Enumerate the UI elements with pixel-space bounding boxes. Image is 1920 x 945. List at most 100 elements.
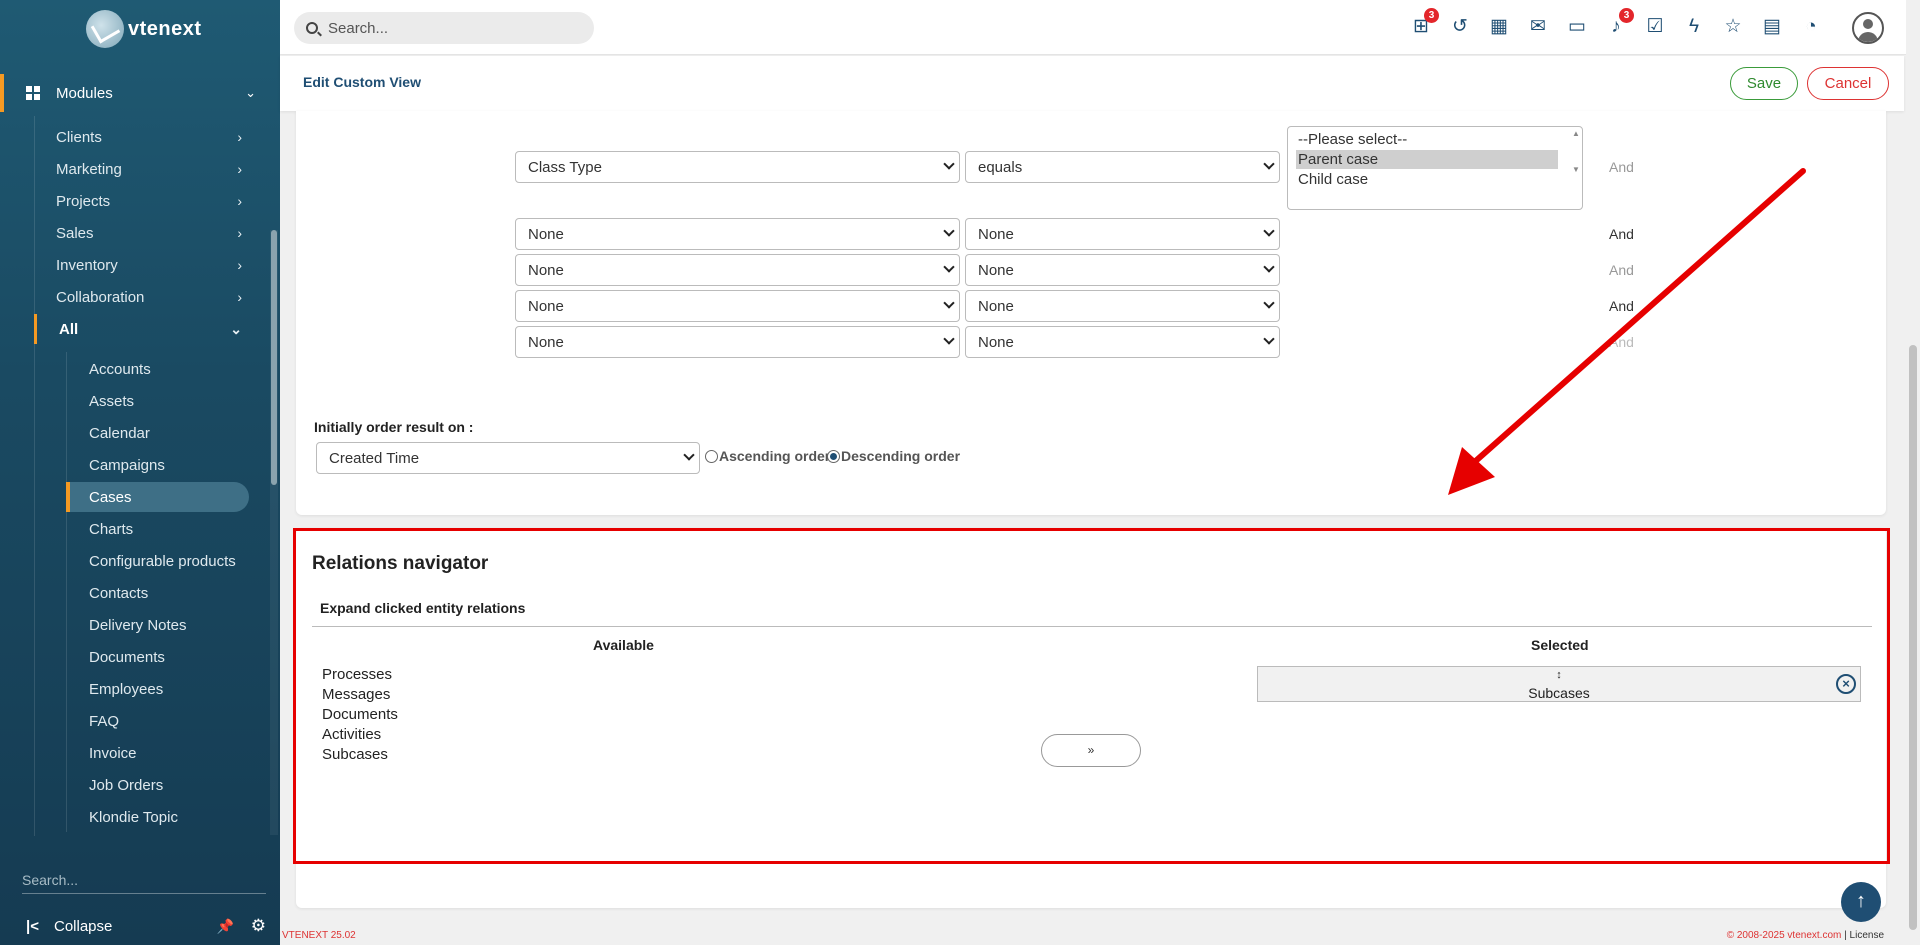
logo-text: vtenext [128, 17, 202, 40]
select-value: None [528, 297, 564, 315]
sidebar-subitem-documents[interactable]: Documents [66, 642, 248, 672]
sidebar-item-label: Projects [56, 192, 111, 210]
chevron-right-icon: › [237, 193, 242, 209]
filter-field-select[interactable]: None [515, 218, 960, 250]
radio-button-checked[interactable] [827, 449, 840, 463]
sidebar-subitem-faq[interactable]: FAQ [66, 706, 248, 736]
vtenext-logo[interactable]: vtenext [86, 8, 202, 50]
order-field-select[interactable]: Created Time [316, 442, 700, 474]
annotation-arrow [1448, 168, 1806, 495]
available-item-documents[interactable]: Documents [322, 706, 398, 723]
select-value: None [978, 333, 1014, 351]
sidebar-search-input[interactable]: Search... [22, 868, 266, 894]
chevron-down-icon [1263, 225, 1275, 237]
notifications-badge: 3 [1619, 8, 1634, 23]
mail-icon[interactable]: ✉ [1526, 15, 1550, 39]
sidebar-item-label: Clients [56, 128, 102, 146]
move-right-button[interactable]: » [1041, 734, 1141, 767]
filter-operator-select[interactable]: None [965, 254, 1280, 286]
sidebar-item-sales[interactable]: Sales › [34, 218, 252, 248]
sidebar-item-label: Sales [56, 224, 94, 242]
sidebar-item-label: Inventory [56, 256, 118, 274]
filter-operator-select[interactable]: None [965, 326, 1280, 358]
filter-operator-select[interactable]: None [965, 290, 1280, 322]
edit-header: Edit Custom View Save Cancel [280, 56, 1904, 111]
quick-actions-icon[interactable]: ϟ [1682, 15, 1706, 39]
available-item-messages[interactable]: Messages [322, 686, 390, 703]
chevron-right-icon: › [237, 225, 242, 241]
sidebar-item-collaboration[interactable]: Collaboration › [34, 282, 252, 312]
sidebar-subitem-accounts[interactable]: Accounts [66, 354, 248, 384]
search-placeholder: Search... [328, 19, 389, 37]
descending-radio[interactable]: Descending order [827, 448, 960, 464]
filter-field-select[interactable]: None [515, 326, 960, 358]
sidebar-item-marketing[interactable]: Marketing › [34, 154, 252, 184]
sidebar-subitem-klondie-topic[interactable]: Klondie Topic [66, 802, 248, 832]
sidebar-subitem-employees[interactable]: Employees [66, 674, 248, 704]
select-value: None [978, 225, 1014, 243]
ascending-radio[interactable]: Ascending order [705, 448, 830, 464]
drag-handle-icon[interactable]: ↕ [1258, 669, 1860, 681]
sidebar-item-inventory[interactable]: Inventory › [34, 250, 252, 280]
timer-icon[interactable]: ◔ [1799, 15, 1823, 39]
sidebar-subitem-configurable-products[interactable]: Configurable products [66, 546, 248, 576]
select-value: None [978, 261, 1014, 279]
descending-label: Descending order [841, 448, 961, 464]
chevron-right-icon: › [237, 257, 242, 273]
modules-menu[interactable]: Modules ⌄ [0, 74, 268, 112]
global-search-input[interactable]: Search... [294, 12, 594, 44]
version-label: VTENEXT 25.02 [282, 930, 356, 941]
sidebar-item-all[interactable]: All ⌄ [34, 314, 252, 344]
sidebar-subitem-charts[interactable]: Charts [66, 514, 248, 544]
sidebar-subitem-calendar[interactable]: Calendar [66, 418, 248, 448]
filter-field-select[interactable]: None [515, 290, 960, 322]
available-item-activities[interactable]: Activities [322, 726, 381, 743]
sidebar-subitem-cases[interactable]: Cases [66, 482, 249, 512]
remove-icon[interactable]: × [1836, 674, 1856, 694]
filter-field-select[interactable]: Class Type [515, 151, 960, 183]
gear-icon[interactable]: ⚙ [251, 916, 266, 936]
sidebar-item-projects[interactable]: Projects › [34, 186, 252, 216]
sidebar-item-clients[interactable]: Clients › [34, 122, 252, 152]
chevron-down-icon [943, 158, 955, 170]
available-item-subcases[interactable]: Subcases [322, 746, 388, 763]
license-link[interactable]: License [1850, 930, 1884, 941]
chat-icon[interactable]: ▭ [1565, 15, 1589, 39]
tasks-icon[interactable]: ☑ [1643, 15, 1667, 39]
radio-button[interactable] [705, 449, 718, 463]
filter-operator-select[interactable]: equals [965, 151, 1280, 183]
listbox-option[interactable]: --Please select-- [1296, 130, 1558, 149]
sidebar-item-label: Collaboration [56, 288, 145, 306]
processes-icon[interactable]: ⊞ 3 [1409, 8, 1439, 39]
notifications-icon[interactable]: ♪ 3 [1604, 8, 1634, 39]
chevron-down-icon [943, 225, 955, 237]
selected-item-subcases[interactable]: ↕ Subcases × [1257, 666, 1861, 702]
scroll-to-top-button[interactable]: ↑ [1841, 882, 1881, 922]
available-item-processes[interactable]: Processes [322, 666, 392, 683]
copyright-text[interactable]: © 2008-2025 vtenext.com [1727, 930, 1842, 941]
documents-icon[interactable]: ▤ [1760, 15, 1784, 39]
sidebar-subitem-assets[interactable]: Assets [66, 386, 248, 416]
save-button[interactable]: Save [1730, 67, 1798, 100]
avatar[interactable] [1852, 12, 1884, 44]
sidebar-scrollbar[interactable] [270, 230, 278, 835]
main-scrollbar-thumb[interactable] [1909, 345, 1917, 930]
cancel-button[interactable]: Cancel [1807, 67, 1889, 100]
chevron-right-icon: › [237, 289, 242, 305]
sidebar-subitem-job-orders[interactable]: Job Orders [66, 770, 248, 800]
sidebar-subitem-invoice[interactable]: Invoice [66, 738, 248, 768]
collapse-button[interactable]: |< Collapse 📌 ⚙ [0, 910, 280, 942]
calendar-icon[interactable]: ▦ [1487, 15, 1511, 39]
sidebar-subitem-campaigns[interactable]: Campaigns [66, 450, 248, 480]
filter-field-select[interactable]: None [515, 254, 960, 286]
sidebar-scrollbar-thumb[interactable] [271, 230, 277, 485]
history-icon[interactable]: ↺ [1448, 15, 1472, 39]
selected-header: Selected [1531, 637, 1589, 653]
pin-icon[interactable]: 📌 [217, 918, 234, 935]
filter-operator-select[interactable]: None [965, 218, 1280, 250]
sidebar-subitem-delivery-notes[interactable]: Delivery Notes [66, 610, 248, 640]
main-scrollbar[interactable] [1906, 0, 1920, 945]
favorites-icon[interactable]: ☆ [1721, 15, 1745, 39]
sidebar-subitem-contacts[interactable]: Contacts [66, 578, 248, 608]
chevron-down-icon [943, 333, 955, 345]
